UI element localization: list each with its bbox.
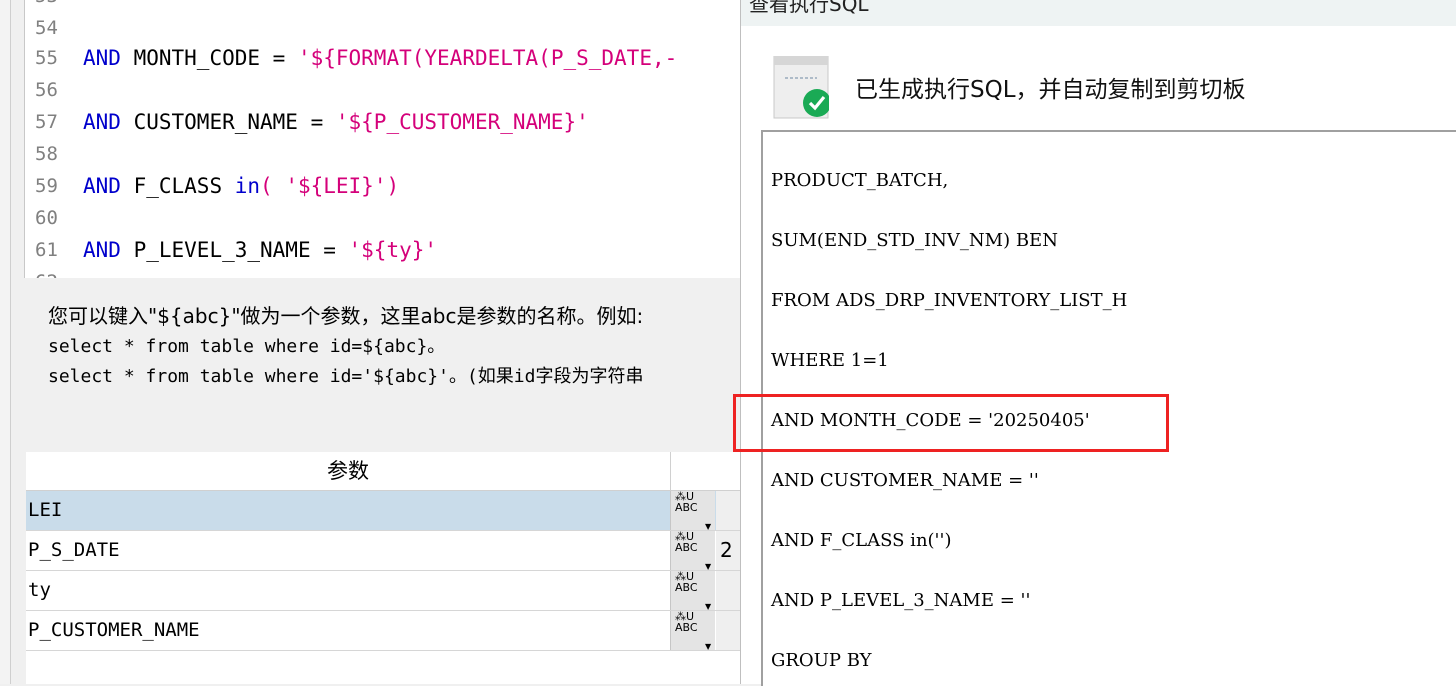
type-icon: ABC (675, 541, 698, 554)
type-selector[interactable]: ⁂U ABC ▼ (670, 611, 715, 651)
param-name: ty (28, 579, 51, 601)
hint-line: select * from table where id=${abc}。 (48, 336, 446, 357)
param-value-input[interactable] (716, 611, 740, 650)
window-left-border (0, 0, 11, 684)
editor-line: 55 AND MONTH_CODE = '${FORMAT(YEARDELTA(… (25, 42, 741, 74)
code-plain: CUSTOMER_NAME = (120, 110, 336, 134)
caret-down-icon: ▼ (705, 642, 712, 651)
parameter-table: 参数 LEI ⁂U ABC ▼ P_S_DATE ⁂U ABC ▼ 2 ty ⁂… (26, 452, 740, 684)
code-keyword: AND (83, 174, 121, 198)
line-number: 58 (35, 143, 58, 165)
line-number: 61 (35, 239, 58, 261)
editor-line: 62 (25, 266, 741, 278)
type-icon: ABC (675, 501, 698, 514)
parameter-hint: 您可以键入"${abc}"做为一个参数，这里abc是参数的名称。例如: sele… (24, 280, 740, 450)
editor-line: 61 AND P_LEVEL_3_NAME = '${ty}' (25, 234, 741, 266)
sql-line: GROUP BY (771, 650, 872, 671)
code-text: AND CUSTOMER_NAME = '${P_CUSTOMER_NAME}' (83, 106, 589, 138)
code-string: ( '${LEI}') (260, 174, 400, 198)
param-name: LEI (28, 499, 63, 521)
table-row[interactable]: ty ⁂U ABC ▼ (26, 571, 740, 611)
sql-success-icon (773, 56, 829, 119)
table-row[interactable]: P_CUSTOMER_NAME ⁂U ABC ▼ (26, 611, 740, 651)
code-text: AND MONTH_CODE = '${FORMAT(YEARDELTA(P_S… (83, 42, 677, 74)
line-number: 62 (35, 266, 65, 278)
code-string: '${ty}' (348, 238, 438, 262)
table-header: 参数 (26, 452, 740, 491)
editor-line: 54 (25, 12, 741, 44)
table-row[interactable]: LEI ⁂U ABC ▼ (26, 491, 740, 531)
hint-line: select * from table where id='${abc}'。(如… (48, 366, 644, 387)
sql-line: AND F_CLASS in('') (771, 530, 952, 551)
param-value-input[interactable] (716, 571, 740, 610)
type-icon: ABC (675, 581, 698, 594)
code-plain: F_CLASS (120, 174, 235, 198)
code-plain: P_LEVEL_3_NAME = (120, 238, 349, 262)
code-text: AND F_CLASS in( '${LEI}') (83, 170, 399, 202)
view-sql-dialog: 查看执行SQL 已生成执行SQL，并自动复制到剪切板 PRODUCT_BATCH… (740, 0, 1456, 686)
hint-line: 您可以键入"${abc}"做为一个参数，这里abc是参数的名称。例如: (48, 304, 644, 328)
type-icon: ABC (675, 621, 698, 634)
code-text: AND P_LEVEL_3_NAME = '${ty}' (83, 234, 437, 266)
line-number: 53 (35, 0, 65, 12)
code-plain: MONTH_CODE = (120, 46, 298, 70)
param-name: P_CUSTOMER_NAME (28, 619, 200, 641)
code-keyword: AND (83, 110, 121, 134)
code-string: '${FORMAT(YEARDELTA(P_S_DATE,- (297, 46, 678, 70)
code-keyword: AND (83, 238, 121, 262)
sql-line: PRODUCT_BATCH, (771, 170, 949, 191)
type-selector[interactable]: ⁂U ABC ▼ (670, 491, 715, 531)
highlight-annotation-box (733, 394, 1169, 452)
column-header-parameter[interactable]: 参数 (26, 452, 671, 490)
sql-line: FROM ADS_DRP_INVENTORY_LIST_H (771, 290, 1128, 311)
editor-line: 59 AND F_CLASS in( '${LEI}') (25, 170, 741, 202)
sql-line: SUM(END_STD_INV_NM) BEN (771, 230, 1058, 251)
sql-editor[interactable]: 53 54 55 AND MONTH_CODE = '${FORMAT(YEAR… (24, 0, 742, 278)
param-value-input[interactable] (716, 491, 740, 530)
type-selector[interactable]: ⁂U ABC ▼ (670, 531, 715, 571)
code-string: '${P_CUSTOMER_NAME}' (335, 110, 589, 134)
line-number: 59 (35, 175, 58, 197)
editor-line: 53 (25, 0, 741, 12)
line-number: 57 (35, 111, 58, 133)
dialog-titlebar[interactable]: 查看执行SQL (741, 0, 1456, 26)
table-row[interactable]: P_S_DATE ⁂U ABC ▼ 2 (26, 531, 740, 571)
param-value-input[interactable]: 2 (716, 531, 740, 570)
line-number: 60 (35, 207, 58, 229)
dialog-message: 已生成执行SQL，并自动复制到剪切板 (855, 77, 1246, 103)
sql-line: WHERE 1=1 (771, 350, 889, 371)
line-number: 55 (35, 47, 58, 69)
sql-line: AND P_LEVEL_3_NAME = '' (771, 590, 1031, 611)
editor-line: 58 (25, 138, 741, 170)
type-selector[interactable]: ⁂U ABC ▼ (670, 571, 715, 611)
editor-line: 56 (25, 74, 741, 106)
param-name: P_S_DATE (28, 539, 120, 561)
code-keyword: AND (83, 46, 121, 70)
sql-line: AND CUSTOMER_NAME = '' (771, 470, 1039, 491)
line-number: 56 (35, 79, 58, 101)
editor-line: 60 (25, 202, 741, 234)
code-keyword: in (234, 174, 261, 198)
dialog-title: 查看执行SQL (749, 0, 869, 16)
line-number: 54 (35, 17, 58, 39)
editor-line: 57 AND CUSTOMER_NAME = '${P_CUSTOMER_NAM… (25, 106, 741, 138)
